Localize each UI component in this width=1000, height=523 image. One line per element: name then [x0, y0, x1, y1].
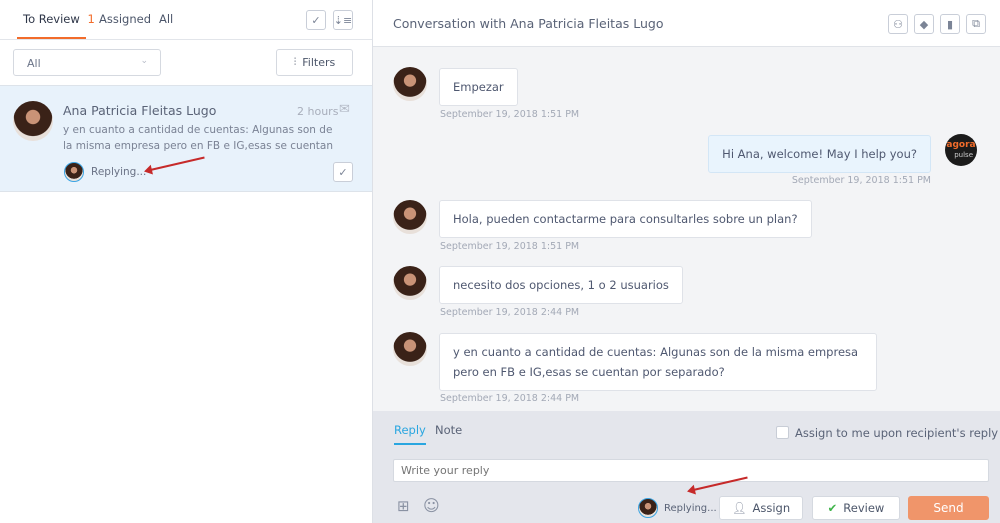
tab-to-review[interactable]: To Review 1	[23, 12, 95, 26]
check-icon: ✔	[827, 501, 838, 515]
message-timestamp: September 19, 2018 2:44 PM	[440, 307, 580, 318]
divider	[0, 39, 372, 40]
select-value: All	[27, 57, 41, 70]
message-bubble-agent: Hi Ana, welcome! May I help you?	[708, 135, 931, 173]
replying-status: Replying...	[664, 503, 717, 514]
review-label: Review	[843, 501, 885, 515]
assign-user-button[interactable]: ⚇	[888, 14, 908, 34]
check-icon: ✓	[311, 13, 321, 27]
logo-subtext: pulse	[954, 151, 973, 159]
assign-checkbox[interactable]	[776, 426, 789, 439]
sort-icon: ⇣≡	[333, 13, 353, 27]
filters-button[interactable]: ⫶ Filters	[276, 49, 353, 76]
contact-avatar	[393, 332, 427, 366]
check-icon: ✓	[338, 165, 348, 179]
expand-button[interactable]: ⧉	[966, 14, 986, 34]
user-icon: 👤︎	[731, 501, 747, 515]
message-bubble: y en cuanto a cantidad de cuentas: Algun…	[439, 333, 877, 391]
tab-assigned[interactable]: Assigned	[99, 12, 151, 26]
timestamp: 2 hours	[297, 105, 339, 118]
review-check-button[interactable]: ✓	[333, 162, 353, 182]
tab-all[interactable]: All	[159, 12, 173, 26]
reply-input[interactable]	[393, 459, 989, 482]
assign-checkbox-label: Assign to me upon recipient's reply	[795, 426, 999, 440]
send-button[interactable]: Send	[908, 496, 989, 520]
conversation-list-panel: To Review 1 Assigned All ✓ ⇣≡ All ⌄ ⫶ Filt…	[0, 0, 373, 523]
tab-count-badge: 1	[87, 12, 95, 26]
message-timestamp: September 19, 2018 1:51 PM	[440, 109, 580, 120]
filter-select[interactable]: All ⌄	[13, 49, 161, 76]
message-bubble: necesito dos opciones, 1 o 2 usuarios	[439, 266, 683, 304]
message-bubble: Hola, pueden contactarme para consultarl…	[439, 200, 812, 238]
message-bubble: Empezar	[439, 68, 518, 106]
bookmark-button[interactable]: ▮	[940, 14, 960, 34]
conversation-header: Conversation with Ana Patricia Fleitas L…	[373, 0, 1000, 47]
mark-all-reviewed-button[interactable]: ✓	[306, 10, 326, 30]
agent-avatar	[638, 498, 658, 518]
filters-label: Filters	[302, 56, 336, 69]
contact-avatar	[393, 200, 427, 234]
conversation-title: Conversation with Ana Patricia Fleitas L…	[393, 16, 664, 31]
contact-avatar	[13, 101, 53, 141]
tab-note[interactable]: Note	[435, 423, 462, 437]
expand-icon: ⧉	[972, 17, 980, 30]
conversation-list-item[interactable]: Ana Patricia Fleitas Lugo 2 hours ✉ y en…	[0, 85, 372, 192]
agent-avatar	[64, 162, 84, 182]
replying-status: Replying...	[91, 166, 147, 178]
contact-avatar	[393, 67, 427, 101]
contact-avatar	[393, 266, 427, 300]
agorapulse-logo: agora pulse	[945, 134, 977, 166]
message-timestamp: September 19, 2018 1:51 PM	[440, 241, 580, 252]
assign-label: Assign	[752, 501, 791, 515]
tab-label: To Review	[23, 12, 80, 26]
tag-button[interactable]: ◆	[914, 14, 934, 34]
contact-name: Ana Patricia Fleitas Lugo	[63, 103, 217, 118]
sliders-icon: ⫶	[293, 57, 297, 68]
message-timestamp: September 19, 2018 2:44 PM	[440, 393, 580, 404]
chevron-down-icon: ⌄	[140, 56, 148, 66]
logo-text: agora	[946, 140, 976, 150]
reply-composer: Reply Note Assign to me upon recipient's…	[373, 411, 1000, 523]
message-preview: y en cuanto a cantidad de cuentas: Algun…	[63, 124, 334, 152]
envelope-icon: ✉	[339, 102, 350, 117]
conversation-panel: Conversation with Ana Patricia Fleitas L…	[373, 0, 1000, 523]
review-button[interactable]: ✔ Review	[812, 496, 900, 520]
tab-reply[interactable]: Reply	[394, 423, 426, 445]
assign-button[interactable]: 👤︎ Assign	[719, 496, 803, 520]
assign-user-icon: ⚇	[893, 17, 903, 31]
sort-button[interactable]: ⇣≡	[333, 10, 353, 30]
tag-icon: ◆	[919, 17, 929, 31]
message-timestamp: September 19, 2018 1:51 PM	[791, 175, 931, 186]
bookmark-icon: ▮	[946, 17, 954, 31]
emoji-icon[interactable]: ☺	[423, 496, 440, 515]
add-note-icon[interactable]: ⊞	[397, 497, 410, 515]
